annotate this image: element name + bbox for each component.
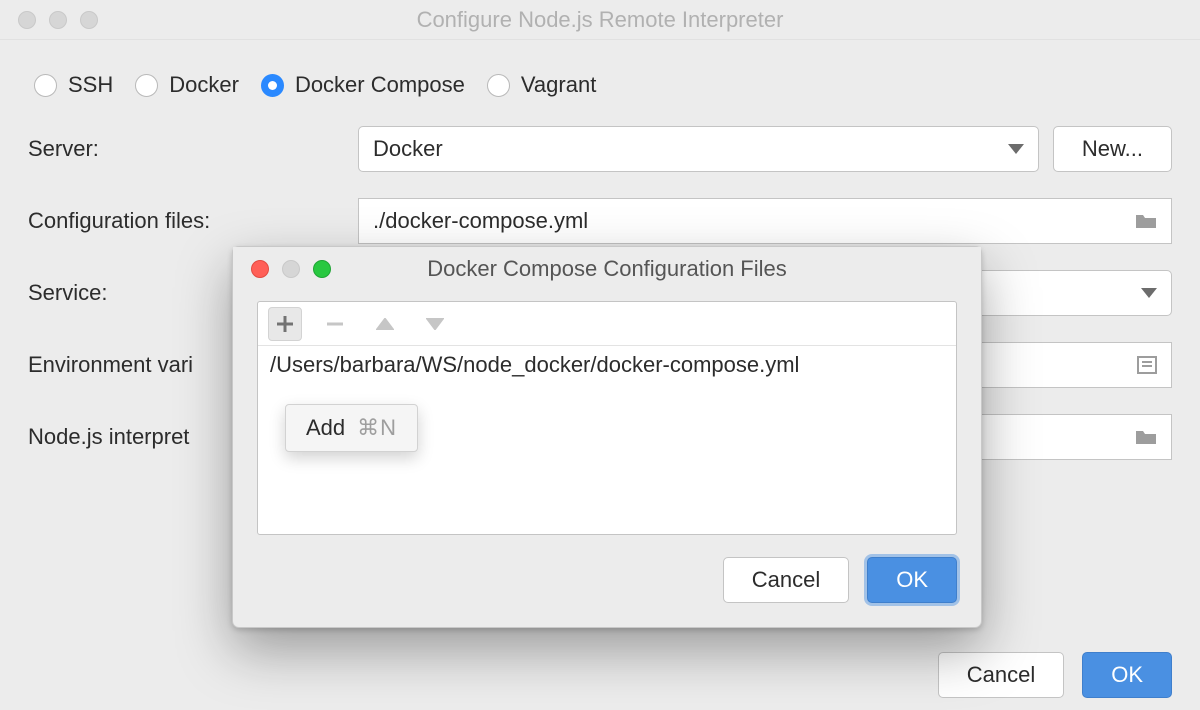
minimize-dot[interactable] bbox=[49, 11, 67, 29]
radio-icon bbox=[487, 74, 510, 97]
radio-vagrant[interactable]: Vagrant bbox=[487, 72, 596, 98]
zoom-dot[interactable] bbox=[313, 260, 331, 278]
radio-docker-label: Docker bbox=[169, 72, 239, 98]
dialog-cancel-button[interactable]: Cancel bbox=[723, 557, 849, 603]
config-files-label: Configuration files: bbox=[28, 208, 338, 234]
radio-docker-compose-label: Docker Compose bbox=[295, 72, 465, 98]
main-ok-button[interactable]: OK bbox=[1082, 652, 1172, 698]
server-select[interactable]: Docker bbox=[358, 126, 1039, 172]
minus-icon bbox=[326, 315, 344, 333]
triangle-up-icon bbox=[376, 318, 394, 330]
radio-icon bbox=[34, 74, 57, 97]
config-files-dialog: Docker Compose Configuration Files /User… bbox=[232, 246, 982, 628]
folder-icon[interactable] bbox=[1135, 212, 1157, 230]
radio-docker-compose[interactable]: Docker Compose bbox=[261, 72, 465, 98]
main-cancel-label: Cancel bbox=[967, 662, 1035, 688]
dialog-ok-label: OK bbox=[896, 567, 928, 593]
dialog-cancel-label: Cancel bbox=[752, 567, 820, 593]
close-dot[interactable] bbox=[251, 260, 269, 278]
radio-vagrant-label: Vagrant bbox=[521, 72, 596, 98]
main-window-title: Configure Node.js Remote Interpreter bbox=[0, 7, 1200, 33]
add-button[interactable] bbox=[268, 307, 302, 341]
radio-icon-selected bbox=[261, 74, 284, 97]
list-item[interactable]: /Users/barbara/WS/node_docker/docker-com… bbox=[270, 352, 944, 378]
server-select-value: Docker bbox=[373, 136, 443, 162]
main-titlebar: Configure Node.js Remote Interpreter bbox=[0, 0, 1200, 40]
triangle-down-icon bbox=[426, 318, 444, 330]
main-cancel-button[interactable]: Cancel bbox=[938, 652, 1064, 698]
radio-docker[interactable]: Docker bbox=[135, 72, 239, 98]
minimize-dot[interactable] bbox=[282, 260, 300, 278]
connection-type-radio-row: SSH Docker Docker Compose Vagrant bbox=[28, 62, 1172, 126]
new-server-button-label: New... bbox=[1082, 136, 1143, 162]
dialog-traffic-lights bbox=[251, 260, 331, 278]
main-traffic-lights bbox=[18, 11, 98, 29]
list-icon[interactable] bbox=[1137, 356, 1157, 374]
zoom-dot[interactable] bbox=[80, 11, 98, 29]
chevron-down-icon bbox=[1008, 144, 1024, 154]
remove-button[interactable] bbox=[318, 307, 352, 341]
tooltip-label: Add bbox=[306, 415, 345, 441]
folder-icon[interactable] bbox=[1135, 428, 1157, 446]
move-down-button[interactable] bbox=[418, 307, 452, 341]
move-up-button[interactable] bbox=[368, 307, 402, 341]
add-tooltip: Add ⌘N bbox=[285, 404, 418, 452]
dialog-titlebar: Docker Compose Configuration Files bbox=[233, 247, 981, 291]
config-files-value: ./docker-compose.yml bbox=[373, 208, 588, 234]
radio-ssh[interactable]: SSH bbox=[34, 72, 113, 98]
plus-icon bbox=[276, 315, 294, 333]
close-dot[interactable] bbox=[18, 11, 36, 29]
new-server-button[interactable]: New... bbox=[1053, 126, 1172, 172]
list-toolbar bbox=[258, 302, 956, 346]
server-label: Server: bbox=[28, 136, 338, 162]
config-files-input[interactable]: ./docker-compose.yml bbox=[358, 198, 1172, 244]
tooltip-shortcut: ⌘N bbox=[357, 415, 397, 441]
main-ok-label: OK bbox=[1111, 662, 1143, 688]
dialog-ok-button[interactable]: OK bbox=[867, 557, 957, 603]
chevron-down-icon bbox=[1141, 288, 1157, 298]
radio-ssh-label: SSH bbox=[68, 72, 113, 98]
dialog-title: Docker Compose Configuration Files bbox=[233, 256, 981, 282]
radio-icon bbox=[135, 74, 158, 97]
